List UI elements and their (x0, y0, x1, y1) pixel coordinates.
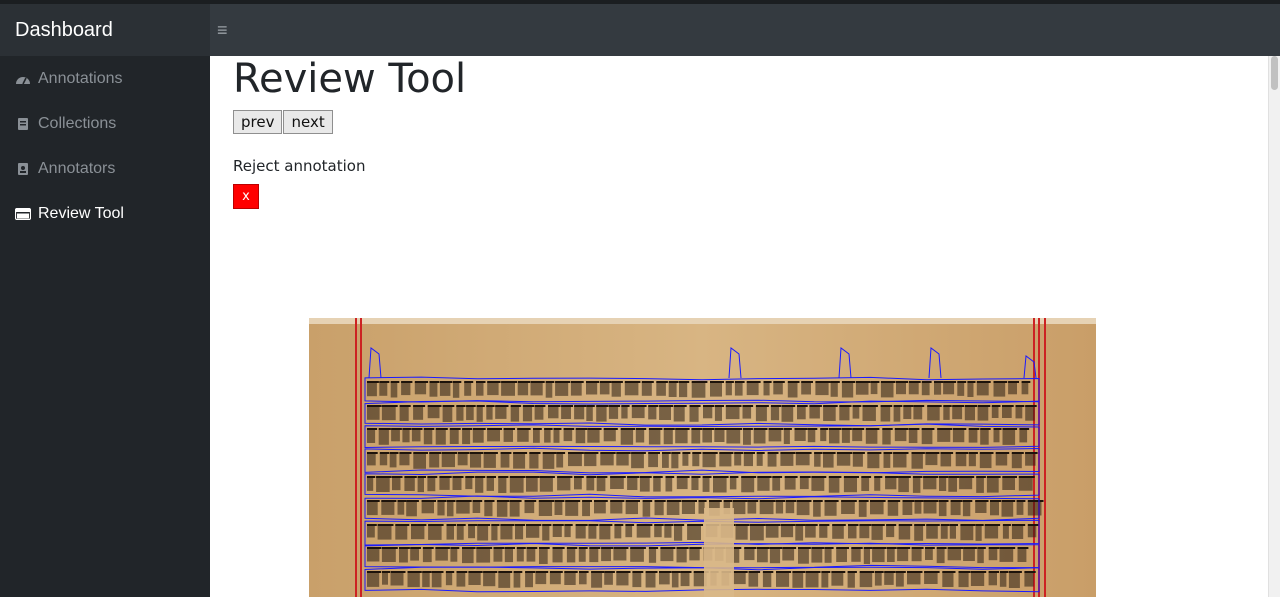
address-book-icon (14, 161, 32, 177)
manuscript-image (309, 318, 1096, 597)
prev-button[interactable]: prev (233, 110, 283, 134)
pagination-controls: prev next (233, 110, 333, 134)
book-icon (14, 116, 32, 132)
window-icon (14, 206, 32, 222)
next-button[interactable]: next (283, 110, 333, 134)
sidebar-item-label: Annotations (38, 69, 123, 87)
main-content: Review Tool prev next Reject annotation … (210, 56, 1268, 597)
sidebar-item-label: Collections (38, 114, 117, 132)
sidebar: Annotations Collections Annotators Revie… (0, 56, 210, 597)
scrollbar[interactable] (1268, 56, 1280, 597)
sidebar-item-label: Review Tool (38, 204, 124, 222)
sidebar-item-annotators[interactable]: Annotators (0, 146, 210, 191)
reject-annotation-label: Reject annotation (233, 157, 366, 175)
sidebar-item-label: Annotators (38, 159, 116, 177)
sidebar-item-review-tool[interactable]: Review Tool (0, 191, 210, 236)
sidebar-item-collections[interactable]: Collections (0, 101, 210, 146)
brand-title[interactable]: Dashboard (0, 4, 210, 56)
top-navbar: Dashboard ≡ (0, 4, 1280, 56)
page-title: Review Tool (233, 56, 467, 102)
sidebar-item-annotations[interactable]: Annotations (0, 56, 210, 101)
tachometer-icon (14, 71, 32, 87)
reject-button[interactable]: x (233, 184, 259, 209)
scrollbar-thumb[interactable] (1271, 56, 1278, 90)
hamburger-icon[interactable]: ≡ (217, 4, 228, 56)
